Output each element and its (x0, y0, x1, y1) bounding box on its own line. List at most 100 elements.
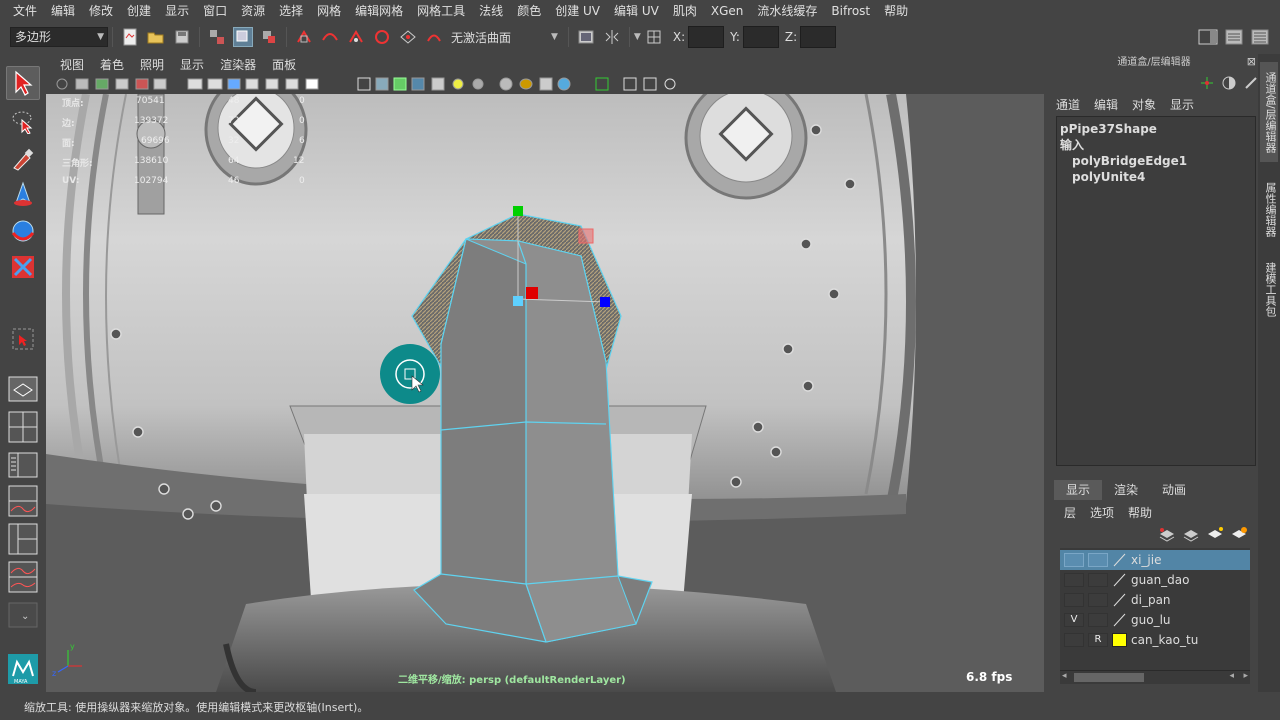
inputs-header[interactable]: 输入 (1060, 137, 1252, 153)
layer-visibility-toggle[interactable] (1064, 553, 1084, 567)
input-node[interactable]: polyUnite4 (1060, 169, 1252, 185)
x-coordinate-input[interactable] (688, 26, 725, 48)
menu-item-14[interactable]: 编辑 UV (607, 0, 666, 22)
paint-select-tool-button[interactable] (6, 142, 40, 176)
render-settings-icon[interactable] (576, 27, 596, 47)
panel-toolbar-shading-icons[interactable] (354, 75, 714, 93)
layer-row[interactable]: Rcan_kao_tu (1060, 630, 1250, 650)
select-hierarchy-icon[interactable] (207, 27, 227, 47)
snap-live-icon[interactable] (424, 27, 444, 47)
panel-menu-item-4[interactable]: 渲染器 (212, 56, 264, 73)
layer-menu-item-2[interactable]: 帮助 (1128, 504, 1152, 521)
input-node[interactable]: polyBridgeEdge1 (1060, 153, 1252, 169)
select-tool-button[interactable] (6, 66, 40, 100)
lasso-tool-button[interactable] (6, 104, 40, 138)
layout-single-button[interactable] (6, 372, 40, 406)
menu-item-18[interactable]: Bifrost (824, 0, 877, 22)
tab-channel-box[interactable]: 通道盒/层编辑器 (1260, 62, 1278, 162)
menu-item-6[interactable]: 资源 (234, 0, 272, 22)
layer-row[interactable]: di_pan (1060, 590, 1250, 610)
layout-graph-button[interactable] (6, 484, 40, 518)
menu-item-17[interactable]: 流水线缓存 (750, 0, 824, 22)
tab-attribute-editor[interactable]: 属性编辑器 (1260, 174, 1278, 244)
shape-node-name[interactable]: pPipe37Shape (1060, 121, 1252, 137)
menu-item-9[interactable]: 编辑网格 (348, 0, 410, 22)
snap-grid-icon[interactable] (294, 27, 314, 47)
slide-icon[interactable] (1244, 76, 1258, 90)
layout-four-button[interactable] (6, 410, 40, 444)
scale-tool-button[interactable] (6, 250, 40, 284)
layer-tab-0[interactable]: 显示 (1054, 480, 1103, 500)
menu-set-dropdown[interactable]: 多边形 ▼ (10, 27, 108, 47)
channel-box-menu-item-2[interactable]: 对象 (1132, 96, 1156, 113)
menu-item-8[interactable]: 网格 (310, 0, 348, 22)
menu-item-16[interactable]: XGen (704, 0, 751, 22)
attribute-editor-toggle-icon[interactable] (1224, 27, 1244, 47)
panel-menu-item-2[interactable]: 照明 (132, 56, 172, 73)
panel-menu-item-0[interactable]: 视图 (52, 56, 92, 73)
move-tool-button[interactable] (6, 178, 40, 212)
panel-close-icon[interactable]: ⊠ (1247, 55, 1256, 68)
new-empty-layer-icon[interactable] (1182, 526, 1200, 542)
last-tool-button[interactable] (6, 322, 40, 356)
layer-display-type-toggle[interactable]: R (1088, 633, 1108, 647)
pin-icon[interactable] (1200, 76, 1214, 90)
layer-visibility-toggle[interactable] (1064, 633, 1084, 647)
panel-menu-item-5[interactable]: 面板 (264, 56, 304, 73)
select-object-icon[interactable] (233, 27, 253, 47)
menu-item-10[interactable]: 网格工具 (410, 0, 472, 22)
layer-display-type-toggle[interactable] (1088, 613, 1108, 627)
manip-y-handle[interactable] (513, 206, 523, 216)
manip-plane-handle[interactable] (578, 228, 594, 244)
menu-item-0[interactable]: 文件 (6, 0, 44, 22)
channel-box-toggle-icon[interactable] (1250, 27, 1270, 47)
more-layouts-button[interactable]: ⌄ (6, 598, 40, 632)
layer-row[interactable]: xi_jie (1060, 550, 1250, 570)
rotate-tool-button[interactable] (6, 214, 40, 248)
layout-curves-button[interactable] (6, 560, 40, 594)
layer-visibility-toggle[interactable] (1064, 593, 1084, 607)
manip-z-handle[interactable] (526, 287, 538, 299)
menu-item-11[interactable]: 法线 (472, 0, 510, 22)
layer-menu-item-1[interactable]: 选项 (1090, 504, 1114, 521)
perspective-viewport[interactable]: y z 顶点: 边: 面: 三角形: UV: 70541 139372 6969… (46, 94, 1044, 692)
sidebar-toggle-icon[interactable] (1198, 27, 1218, 47)
layer-tab-2[interactable]: 动画 (1150, 480, 1198, 500)
layer-color-swatch[interactable] (1112, 573, 1127, 587)
menu-item-5[interactable]: 窗口 (196, 0, 234, 22)
layer-display-type-toggle[interactable] (1088, 573, 1108, 587)
layer-color-swatch[interactable] (1112, 633, 1127, 647)
panel-menu-item-1[interactable]: 着色 (92, 56, 132, 73)
menu-item-3[interactable]: 创建 (120, 0, 158, 22)
menu-item-15[interactable]: 肌肉 (666, 0, 704, 22)
layer-color-swatch[interactable] (1112, 553, 1127, 567)
layout-outliner-button[interactable] (6, 448, 40, 482)
panel-toolbar-icons[interactable] (54, 75, 354, 93)
snap-view-plane-icon[interactable] (398, 27, 418, 47)
menu-item-7[interactable]: 选择 (272, 0, 310, 22)
display-toggle-icon[interactable] (1222, 76, 1236, 90)
snap-projected-icon[interactable] (372, 27, 392, 47)
layer-color-swatch[interactable] (1112, 613, 1127, 627)
menu-item-2[interactable]: 修改 (82, 0, 120, 22)
layer-row[interactable]: Vguo_lu (1060, 610, 1250, 630)
live-surface-label[interactable]: 无激活曲面 (451, 29, 551, 46)
new-layer-icon[interactable] (1206, 526, 1224, 542)
layer-visibility-toggle[interactable]: V (1064, 613, 1084, 627)
z-coordinate-input[interactable] (800, 26, 837, 48)
channel-box-menu-item-1[interactable]: 编辑 (1094, 96, 1118, 113)
manip-x-handle[interactable] (600, 297, 610, 307)
layer-visibility-toggle[interactable] (1064, 573, 1084, 587)
new-layer-selected-icon[interactable] (1230, 526, 1248, 542)
manip-center-handle[interactable] (513, 296, 523, 306)
y-coordinate-input[interactable] (742, 26, 779, 48)
transform-mode-icon[interactable] (644, 27, 664, 47)
snap-point-icon[interactable] (346, 27, 366, 47)
panel-menu-item-3[interactable]: 显示 (172, 56, 212, 73)
layout-hypershade-button[interactable] (6, 522, 40, 556)
channel-box-menu-item-0[interactable]: 通道 (1056, 96, 1080, 113)
menu-item-1[interactable]: 编辑 (44, 0, 82, 22)
save-scene-icon[interactable] (172, 27, 192, 47)
menu-item-12[interactable]: 颜色 (510, 0, 548, 22)
snap-curve-icon[interactable] (320, 27, 340, 47)
